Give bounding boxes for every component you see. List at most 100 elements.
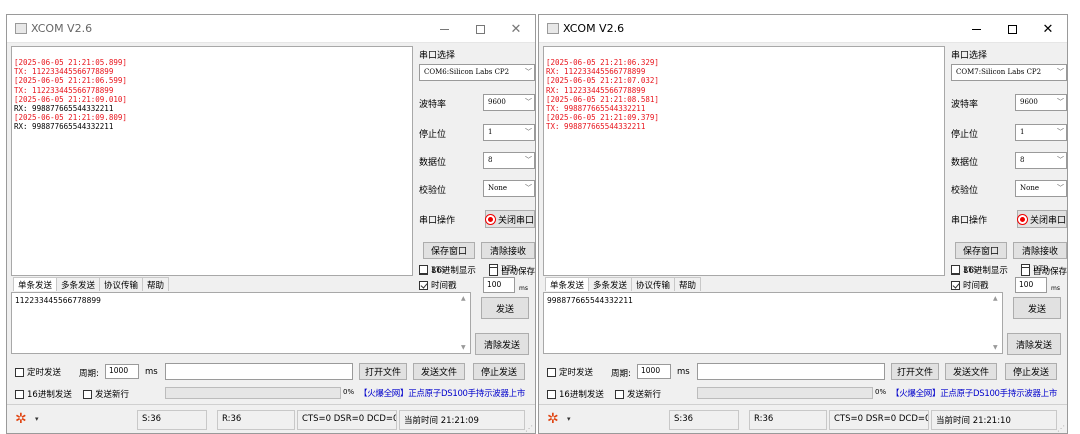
- chevron-down-icon[interactable]: ▾: [567, 415, 571, 423]
- checkbox-icon: [15, 389, 24, 399]
- minimize-button[interactable]: [433, 19, 455, 39]
- gear-icon[interactable]: ✲: [547, 411, 559, 427]
- status-bar: ✲ ▾ S:36 R:36 CTS=0 DSR=0 DCD=0 当前时间 21:…: [539, 404, 1067, 433]
- resize-grip-icon[interactable]: ⋰: [525, 424, 533, 433]
- gear-icon[interactable]: ✲: [15, 411, 27, 427]
- port-select-label: 串口选择: [419, 51, 456, 61]
- timestamp-checkbox[interactable]: 时间戳: [419, 279, 457, 291]
- checkbox-icon: [83, 389, 92, 399]
- data-bits-select[interactable]: 8 ﹀: [1015, 152, 1067, 169]
- save-window-button[interactable]: 保存窗口: [423, 242, 475, 259]
- baud-select[interactable]: 9600 ﹀: [1015, 94, 1067, 111]
- hex-send-checkbox[interactable]: 16进制发送: [15, 388, 72, 400]
- close-port-button[interactable]: 关闭串口: [1017, 210, 1067, 228]
- rts-label: RTS: [963, 265, 978, 274]
- port-select-value: COM6:Silicon Labs CP2: [424, 68, 510, 76]
- clear-send-button[interactable]: 清除发送: [1007, 333, 1061, 355]
- send-scrollbar[interactable]: ▲ ▼: [459, 293, 470, 353]
- tab-single-send[interactable]: 单条发送: [13, 277, 58, 291]
- send-input[interactable]: 998877665544332211: [543, 292, 1003, 354]
- maximize-button[interactable]: [469, 19, 491, 39]
- serial-settings-panel: 串口选择 COM6:Silicon Labs CP2 ﹀ 波特率 9600 ﹀ 停止…: [419, 46, 535, 278]
- serial-settings-panel: 串口选择 COM7:Silicon Labs CP2 ﹀ 波特率 9600 ﹀ 停止…: [951, 46, 1067, 278]
- period-input[interactable]: 1000: [105, 364, 139, 379]
- auto-save-checkbox[interactable]: 自动保存: [1021, 265, 1067, 277]
- data-bits-label: 数据位: [951, 158, 979, 168]
- send-file-label: 发送文件: [952, 368, 989, 378]
- tab-help[interactable]: 帮助: [142, 277, 170, 291]
- maximize-button[interactable]: [1001, 19, 1023, 39]
- title-bar[interactable]: XCOM V2.6 ✕: [539, 15, 1067, 43]
- port-select[interactable]: COM6:Silicon Labs CP2 ﹀: [419, 64, 535, 81]
- send-input[interactable]: 112233445566778899: [11, 292, 471, 354]
- send-newline-checkbox[interactable]: 发送新行: [615, 388, 661, 400]
- close-port-button[interactable]: 关闭串口: [485, 210, 535, 228]
- chevron-down-icon[interactable]: ▾: [35, 415, 39, 423]
- parity-select[interactable]: None ﹀: [483, 180, 535, 197]
- status-received-count: R:36: [217, 410, 295, 430]
- clear-receive-label: 清除接收: [489, 247, 526, 257]
- file-path-input[interactable]: [165, 363, 353, 380]
- open-file-button[interactable]: 打开文件: [891, 363, 939, 380]
- save-window-button[interactable]: 保存窗口: [955, 242, 1007, 259]
- stop-bits-select[interactable]: 1 ﹀: [1015, 124, 1067, 141]
- rts-checkbox[interactable]: RTS: [419, 265, 446, 274]
- receive-line: TX: 998877665544332211: [546, 104, 646, 114]
- send-file-button[interactable]: 发送文件: [413, 363, 465, 380]
- send-button[interactable]: 发送: [1013, 297, 1061, 319]
- receive-area[interactable]: [2025-06-05 21:21:05.899] TX: 11223344556…: [11, 46, 413, 276]
- promo-link[interactable]: 【火爆全网】正点原子DS100手持示波器上市: [891, 387, 1057, 399]
- port-select[interactable]: COM7:Silicon Labs CP2 ﹀: [951, 64, 1067, 81]
- timestamp-interval-input[interactable]: 100: [483, 277, 515, 293]
- app-icon: [15, 23, 27, 34]
- send-file-button[interactable]: 发送文件: [945, 363, 997, 380]
- open-file-button[interactable]: 打开文件: [359, 363, 407, 380]
- receive-area[interactable]: [2025-06-05 21:21:06.329] RX: 11223344556…: [543, 46, 945, 276]
- clear-receive-button[interactable]: 清除接收: [481, 242, 535, 259]
- receive-line: [2025-06-05 21:21:06.599]: [14, 76, 127, 86]
- send-button[interactable]: 发送: [481, 297, 529, 319]
- baud-select[interactable]: 9600 ﹀: [483, 94, 535, 111]
- send-newline-checkbox[interactable]: 发送新行: [83, 388, 129, 400]
- stop-send-button[interactable]: 停止发送: [1005, 363, 1057, 380]
- timed-send-checkbox[interactable]: 定时发送: [15, 366, 61, 378]
- receive-line: TX: 112233445566778899: [14, 67, 114, 77]
- status-sent-count: S:36: [669, 410, 739, 430]
- close-button[interactable]: ✕: [505, 19, 527, 39]
- scroll-down-icon: ▼: [461, 344, 466, 351]
- clear-receive-button[interactable]: 清除接收: [1013, 242, 1067, 259]
- tab-protocol[interactable]: 协议传输: [631, 277, 676, 291]
- checkbox-checked-icon: [419, 280, 428, 290]
- auto-save-checkbox[interactable]: 自动保存: [489, 265, 535, 277]
- receive-line: [2025-06-05 21:21:05.899]: [14, 58, 127, 67]
- tab-protocol[interactable]: 协议传输: [99, 277, 144, 291]
- tab-multi-send[interactable]: 多条发送: [56, 277, 101, 291]
- stop-send-button[interactable]: 停止发送: [473, 363, 525, 380]
- save-window-label: 保存窗口: [962, 247, 999, 257]
- title-bar[interactable]: XCOM V2.6 ✕: [7, 15, 535, 43]
- close-button[interactable]: ✕: [1037, 19, 1059, 39]
- minimize-button[interactable]: [965, 19, 987, 39]
- period-input[interactable]: 1000: [637, 364, 671, 379]
- timestamp-checkbox[interactable]: 时间戳: [951, 279, 989, 291]
- tab-single-send[interactable]: 单条发送: [545, 277, 590, 291]
- stop-send-label: 停止发送: [480, 368, 517, 378]
- resize-grip-icon[interactable]: ⋰: [1057, 424, 1065, 433]
- port-operation-label: 串口操作: [419, 216, 456, 226]
- parity-select[interactable]: None ﹀: [1015, 180, 1067, 197]
- rts-checkbox[interactable]: RTS: [951, 265, 978, 274]
- send-scrollbar[interactable]: ▲ ▼: [991, 293, 1002, 353]
- data-bits-select[interactable]: 8 ﹀: [483, 152, 535, 169]
- checkbox-icon: [15, 367, 24, 377]
- clear-send-button[interactable]: 清除发送: [475, 333, 529, 355]
- timestamp-interval-input[interactable]: 100: [1015, 277, 1047, 293]
- promo-link[interactable]: 【火爆全网】正点原子DS100手持示波器上市: [359, 387, 525, 399]
- timestamp-label: 时间戳: [431, 281, 457, 291]
- tab-multi-send[interactable]: 多条发送: [588, 277, 633, 291]
- status-modem-lines: CTS=0 DSR=0 DCD=0: [297, 410, 397, 430]
- file-path-input[interactable]: [697, 363, 885, 380]
- hex-send-checkbox[interactable]: 16进制发送: [547, 388, 604, 400]
- tab-help[interactable]: 帮助: [674, 277, 702, 291]
- timed-send-checkbox[interactable]: 定时发送: [547, 366, 593, 378]
- stop-bits-select[interactable]: 1 ﹀: [483, 124, 535, 141]
